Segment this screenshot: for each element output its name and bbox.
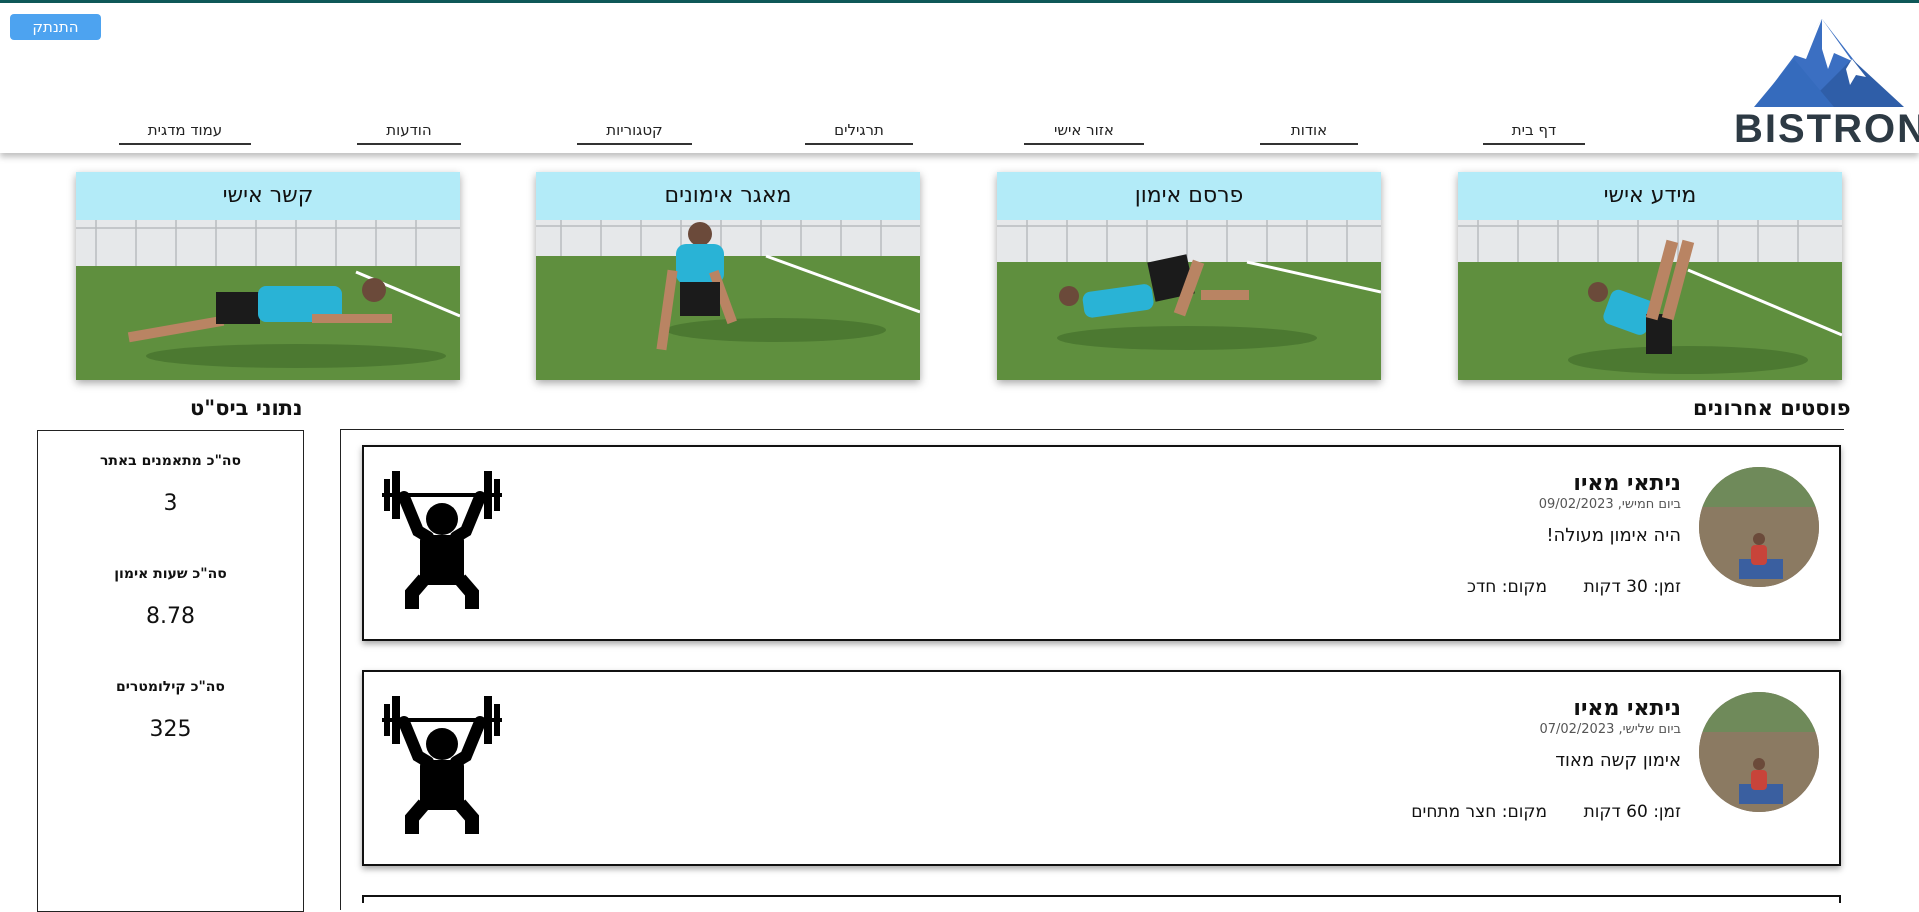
stat-value-hours: 8.78 xyxy=(146,604,195,629)
school-stats-title: נתוני ביס"ט xyxy=(190,396,303,420)
post-duration: זמן: 30 דקות xyxy=(1583,577,1681,597)
card-title: קשר אישי xyxy=(76,172,460,220)
nav-personal-area[interactable]: אזור אישי xyxy=(1024,119,1144,145)
logout-button[interactable]: התנתק xyxy=(10,14,101,40)
post-author[interactable]: ניתאי מאיו xyxy=(1573,696,1681,721)
post-date: ביום שלישי, 07/02/2023 xyxy=(1539,722,1681,737)
stats-panel: סה"כ מתאמנים באתר 3 סה"כ שעות אימון 8.78… xyxy=(37,430,304,912)
post-text: אימון קשה מאוד xyxy=(1555,750,1681,771)
card-title: מאגר אימונים xyxy=(536,172,920,220)
nav-messages[interactable]: הודעות xyxy=(357,119,461,145)
nav-categories[interactable]: קטגוריות xyxy=(577,119,692,145)
avatar[interactable] xyxy=(1699,692,1819,812)
user-photo-image xyxy=(1699,692,1819,812)
exercise-photo-image xyxy=(997,220,1381,380)
card-title: מידע אישי xyxy=(1458,172,1842,220)
bistrong-logo[interactable]: BISTRONG xyxy=(1734,19,1919,151)
site-header: התנתק BISTRONG דף בית אודות אזור אישי תר… xyxy=(0,3,1919,153)
mountain-logo-icon xyxy=(1754,19,1904,107)
card-workout-library[interactable]: מאגר אימונים xyxy=(536,172,920,380)
card-personal-info[interactable]: מידע אישי xyxy=(1458,172,1842,380)
nav-home[interactable]: דף בית xyxy=(1483,119,1585,145)
post-location: מקום: חדכ xyxy=(1466,577,1547,597)
exercise-photo-image xyxy=(536,220,920,380)
stat-value-trainees: 3 xyxy=(163,491,178,516)
nav-exercises[interactable]: תרגילים xyxy=(805,119,913,145)
post-text: היה אימון מעולה! xyxy=(1546,525,1681,546)
recent-posts-title: פוסטים אחרונים xyxy=(1693,396,1851,420)
post-date: ביום חמישי, 09/02/2023 xyxy=(1538,497,1681,512)
post-card-partial[interactable] xyxy=(362,895,1841,903)
exercise-photo-image xyxy=(1458,220,1842,380)
logo-text: BISTRONG xyxy=(1734,107,1919,151)
stat-label-km: סה"כ קילומטרים xyxy=(116,679,225,695)
card-personal-contact[interactable]: קשר אישי xyxy=(76,172,460,380)
weightlifter-icon xyxy=(382,696,502,834)
post-card[interactable]: ניתאי מאיו ביום שלישי, 07/02/2023 אימון … xyxy=(362,670,1841,866)
card-title: פרסם אימון xyxy=(997,172,1381,220)
user-photo-image xyxy=(1699,467,1819,587)
stat-value-km: 325 xyxy=(149,717,192,742)
post-author[interactable]: ניתאי מאיו xyxy=(1573,471,1681,496)
avatar[interactable] xyxy=(1699,467,1819,587)
stat-label-trainees: סה"כ מתאמנים באתר xyxy=(99,453,242,469)
weightlifter-icon xyxy=(382,471,502,609)
stat-label-hours: סה"כ שעות אימון xyxy=(114,566,227,582)
post-duration: זמן: 60 דקות xyxy=(1583,802,1681,822)
card-publish-workout[interactable]: פרסם אימון xyxy=(997,172,1381,380)
post-location: מקום: חצר מתחים xyxy=(1411,802,1547,822)
nav-about[interactable]: אודות xyxy=(1260,119,1358,145)
nav-model-page[interactable]: עמוד מדגית xyxy=(119,119,251,145)
post-card[interactable]: ניתאי מאיו ביום חמישי, 09/02/2023 היה אי… xyxy=(362,445,1841,641)
exercise-photo-image xyxy=(76,220,460,380)
